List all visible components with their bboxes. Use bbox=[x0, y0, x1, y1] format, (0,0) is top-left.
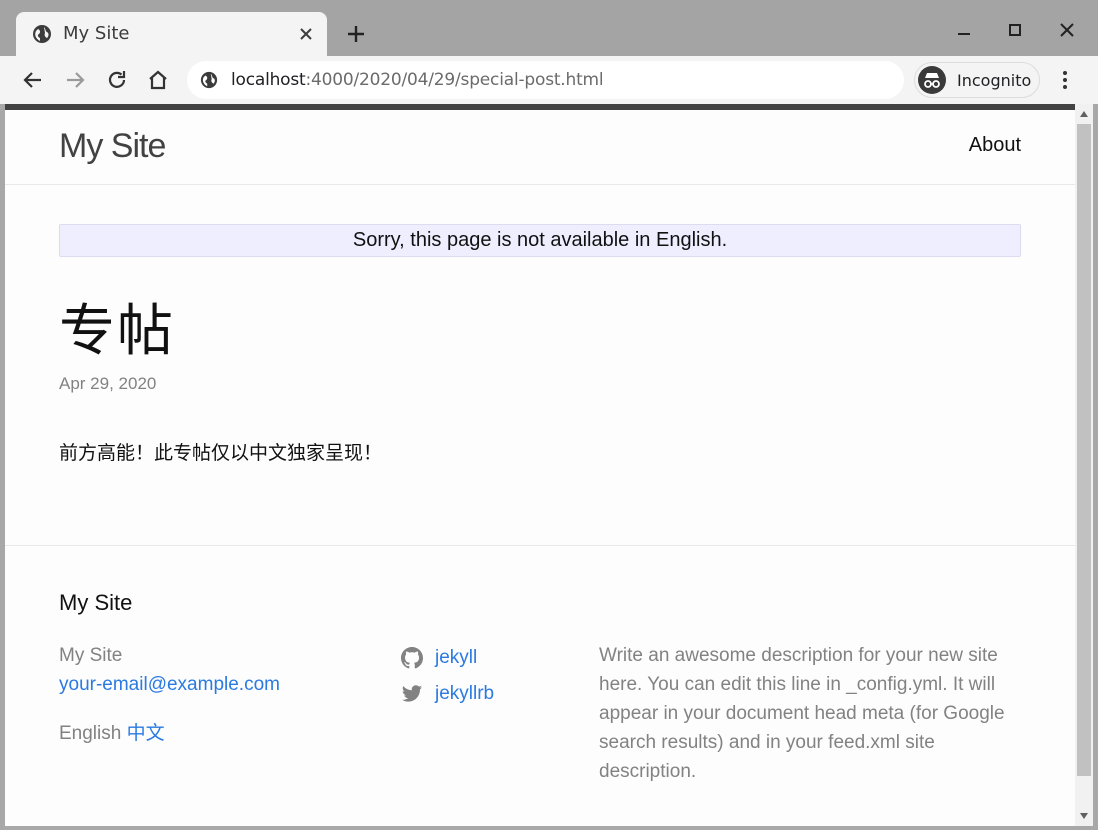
github-link[interactable]: jekyll bbox=[435, 647, 477, 669]
incognito-indicator[interactable]: Incognito bbox=[914, 62, 1040, 98]
incognito-icon bbox=[918, 66, 946, 94]
scroll-down-arrow-icon[interactable] bbox=[1079, 812, 1089, 820]
vertical-scrollbar[interactable] bbox=[1075, 104, 1093, 826]
tab-title: My Site bbox=[63, 23, 130, 44]
plus-icon[interactable] bbox=[345, 23, 367, 45]
scrollbar-thumb[interactable] bbox=[1077, 124, 1091, 776]
browser-toolbar: localhost:4000/2020/04/29/special-post.h… bbox=[0, 56, 1098, 104]
browser-window: My Site localhost:4000/2020/04/29/specia… bbox=[0, 0, 1098, 830]
language-notice: Sorry, this page is not available in Eng… bbox=[59, 224, 1021, 257]
twitter-link[interactable]: jekyllrb bbox=[435, 683, 494, 705]
kebab-menu-icon[interactable] bbox=[1055, 68, 1075, 92]
post-content: 前方高能！此专帖仅以中文独家呈现！ bbox=[59, 442, 383, 464]
post-title: 专帖 bbox=[59, 299, 175, 364]
globe-icon[interactable] bbox=[200, 71, 218, 89]
footer-description: Write an awesome description for your ne… bbox=[599, 645, 1005, 782]
site-footer: My Site My Site your-email@example.com E… bbox=[5, 545, 1075, 826]
footer-site-name: My Site bbox=[59, 645, 123, 666]
footer-heading: My Site bbox=[59, 590, 133, 615]
scroll-up-arrow-icon[interactable] bbox=[1079, 110, 1089, 118]
language-switcher: English 中文 bbox=[59, 719, 280, 748]
site-title-link[interactable]: My Site bbox=[59, 127, 166, 166]
url-text: localhost:4000/2020/04/29/special-post.h… bbox=[231, 70, 604, 90]
footer-social: jekyll jekyllrb bbox=[401, 640, 494, 712]
lang-chinese-link[interactable]: 中文 bbox=[127, 723, 165, 744]
close-icon[interactable] bbox=[297, 25, 315, 43]
page-viewport: My Site About Sorry, this page is not av… bbox=[5, 104, 1075, 826]
post-date: Apr 29, 2020 bbox=[59, 374, 157, 393]
footer-email-link[interactable]: your-email@example.com bbox=[59, 670, 280, 699]
minimize-icon[interactable] bbox=[954, 20, 974, 40]
back-arrow-icon[interactable] bbox=[21, 68, 45, 92]
twitter-icon bbox=[401, 685, 423, 702]
window-close-icon[interactable] bbox=[1057, 20, 1077, 40]
site-header: My Site About bbox=[5, 110, 1075, 185]
social-github-item[interactable]: jekyll bbox=[401, 640, 494, 676]
globe-icon bbox=[33, 25, 51, 43]
incognito-label: Incognito bbox=[957, 71, 1032, 90]
forward-arrow-icon[interactable] bbox=[63, 68, 87, 92]
maximize-icon[interactable] bbox=[1005, 20, 1025, 40]
url-path: :4000/2020/04/29/special-post.html bbox=[305, 70, 604, 90]
home-icon[interactable] bbox=[146, 68, 170, 92]
nav-about-link[interactable]: About bbox=[969, 134, 1021, 157]
browser-tab[interactable]: My Site bbox=[16, 12, 327, 56]
footer-contact: My Site your-email@example.com English 中… bbox=[59, 641, 280, 748]
address-bar[interactable]: localhost:4000/2020/04/29/special-post.h… bbox=[187, 61, 904, 99]
github-icon bbox=[401, 647, 423, 669]
reload-icon[interactable] bbox=[105, 68, 129, 92]
tab-strip: My Site bbox=[0, 0, 1098, 56]
url-host: localhost bbox=[231, 70, 306, 90]
social-twitter-item[interactable]: jekyllrb bbox=[401, 676, 494, 712]
lang-current: English bbox=[59, 723, 122, 744]
